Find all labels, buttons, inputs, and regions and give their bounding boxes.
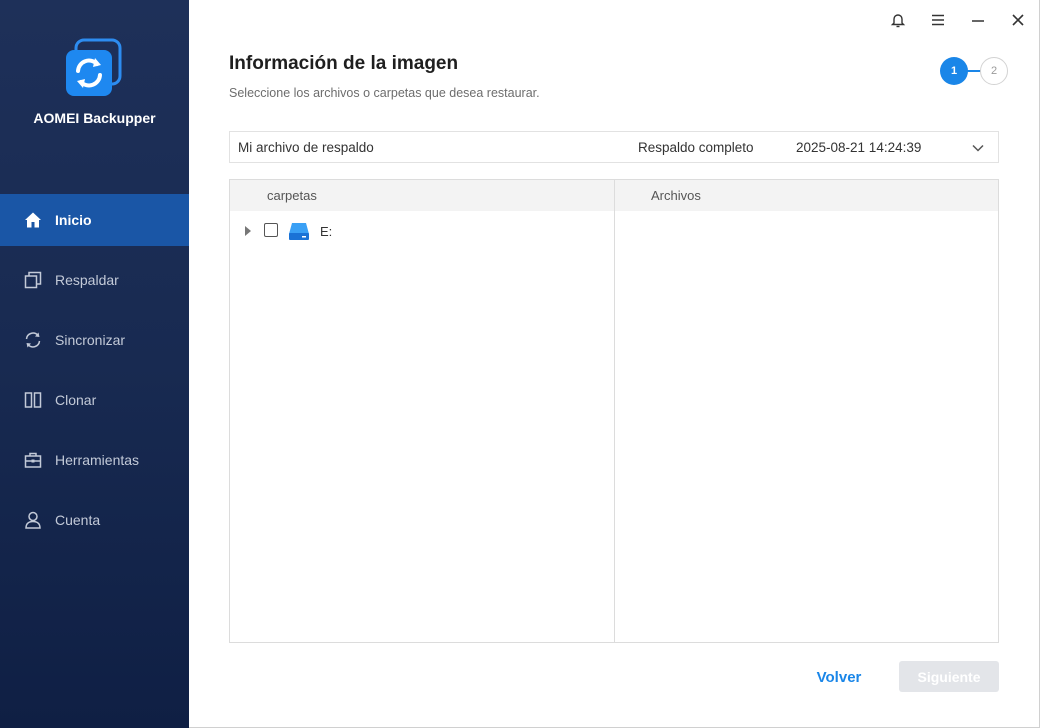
user-icon <box>23 510 43 530</box>
sidebar-item-inicio[interactable]: Inicio <box>0 194 189 246</box>
close-icon[interactable] <box>1007 9 1029 31</box>
bell-icon[interactable] <box>887 9 909 31</box>
tree-item-label: E: <box>320 224 333 239</box>
backup-selector-dropdown[interactable]: Mi archivo de respaldo Respaldo completo… <box>229 131 999 163</box>
sidebar-item-sincronizar[interactable]: Sincronizar <box>0 314 189 366</box>
back-button[interactable]: Volver <box>800 661 878 693</box>
sidebar-item-label: Clonar <box>55 392 97 408</box>
backup-icon <box>23 270 43 290</box>
backup-type: Respaldo completo <box>638 139 754 155</box>
step-next: 2 <box>980 57 1008 85</box>
sidebar-item-label: Respaldar <box>55 272 119 288</box>
page-subtitle: Seleccione los archivos o carpetas que d… <box>229 86 540 100</box>
expand-arrow-icon[interactable] <box>245 226 251 236</box>
sidebar-item-label: Inicio <box>55 212 92 228</box>
sidebar-item-herramientas[interactable]: Herramientas <box>0 434 189 486</box>
minimize-icon[interactable] <box>967 9 989 31</box>
step-indicator: 1 2 <box>940 57 1010 85</box>
next-button[interactable]: Siguiente <box>899 661 999 692</box>
sidebar-nav: Inicio Respaldar Sincronizar Clonar Herr… <box>0 194 189 554</box>
tree-item-checkbox[interactable] <box>264 223 278 237</box>
backup-name: Mi archivo de respaldo <box>238 139 374 155</box>
app-name: AOMEI Backupper <box>33 110 156 126</box>
folders-column-header: carpetas <box>230 180 614 211</box>
menu-icon[interactable] <box>927 9 949 31</box>
backup-date: 2025-08-21 14:24:39 <box>796 139 922 155</box>
sidebar: AOMEI Backupper Inicio Respaldar Sincron… <box>0 0 189 728</box>
drive-icon <box>288 221 310 241</box>
sidebar-item-clonar[interactable]: Clonar <box>0 374 189 426</box>
home-icon <box>23 210 43 230</box>
sync-icon <box>23 330 43 350</box>
chevron-down-icon[interactable] <box>970 140 986 156</box>
tree-item[interactable]: E: <box>230 218 614 244</box>
page-title: Información de la imagen <box>229 53 459 74</box>
file-browser-panel: carpetas Archivos E: <box>229 179 999 643</box>
clone-icon <box>23 390 43 410</box>
sidebar-item-label: Herramientas <box>55 452 140 468</box>
sidebar-item-label: Cuenta <box>55 512 101 528</box>
sidebar-item-cuenta[interactable]: Cuenta <box>0 494 189 546</box>
sidebar-item-respaldar[interactable]: Respaldar <box>0 254 189 306</box>
step-connector <box>967 70 981 72</box>
files-column-header: Archivos <box>615 180 998 211</box>
toolbox-icon <box>23 450 43 470</box>
step-current: 1 <box>940 57 968 85</box>
sidebar-item-label: Sincronizar <box>55 332 126 348</box>
app-logo-icon <box>62 38 124 100</box>
column-divider <box>614 180 615 642</box>
